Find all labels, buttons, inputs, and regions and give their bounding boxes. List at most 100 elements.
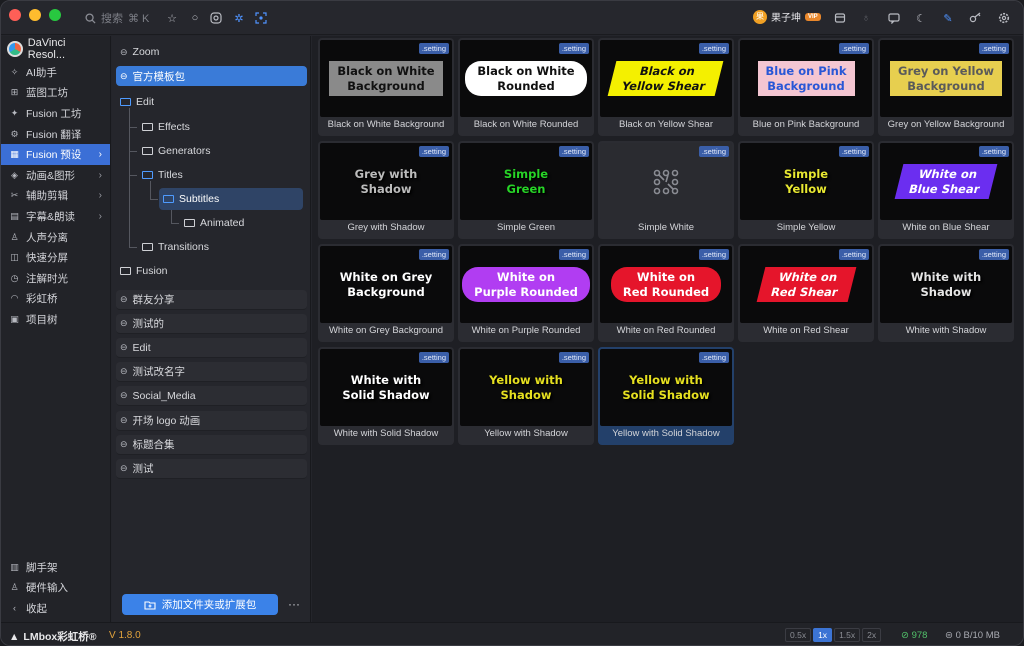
tree-package-item[interactable]: ⊖ 测试的 — [116, 314, 307, 335]
circle-icon[interactable]: ○ — [187, 10, 203, 26]
capture-icon[interactable] — [253, 10, 269, 26]
tree-folder-transitions[interactable]: Transitions — [138, 237, 307, 257]
tree-folder-fusion[interactable]: Fusion — [116, 261, 307, 281]
preset-card[interactable]: Grey on Yellow Background .setting Grey on… — [878, 38, 1014, 136]
preset-preview-text: Yellow with Shadow — [489, 373, 563, 402]
sidebar-item-label: 字幕&朗读 — [26, 210, 76, 223]
app-switcher[interactable]: DaVinci Resol... — [1, 36, 110, 62]
collapse-icon: ‹ — [13, 603, 16, 614]
clock-icon: ◷ — [10, 272, 19, 283]
preset-card[interactable]: Blue on Pink Background .setting Blue on P… — [738, 38, 874, 136]
sidebar-item-label: 彩虹桥 — [26, 293, 58, 306]
tree-folder-generators[interactable]: Generators — [138, 141, 307, 161]
preset-card[interactable]: Grey with Shadow .setting Grey with Shadow — [318, 141, 454, 239]
preset-card[interactable]: Simple Yellow .setting Simple Yellow — [738, 141, 874, 239]
tree-package-item[interactable]: ⊖ Social_Media — [116, 386, 307, 407]
vault-icon[interactable] — [208, 10, 224, 26]
maximize-window-button[interactable] — [49, 9, 61, 21]
zoom-option-button[interactable]: 1.5x — [834, 628, 861, 642]
preset-thumbnail: Grey on Yellow Background .setting — [880, 40, 1012, 117]
sidebar-item-hardware[interactable]: ♙ 硬件输入 — [1, 578, 111, 599]
zoom-option-button[interactable]: 2x — [862, 628, 882, 642]
close-window-button[interactable] — [9, 9, 21, 21]
tree-guide-line — [171, 223, 179, 224]
sidebar-item-collapse[interactable]: ‹ 收起 — [1, 598, 111, 619]
sidebar-item-voice[interactable]: ♙ 人声分离 — [1, 227, 110, 248]
tree-package-item[interactable]: ⊖ 开场 logo 动画 — [116, 410, 307, 431]
message-icon[interactable] — [886, 10, 902, 26]
tree-icon: ▣ — [10, 313, 19, 324]
preset-card[interactable]: .setting Simple White — [598, 141, 734, 239]
preset-card[interactable]: White on Red Rounded .setting White on Red… — [598, 244, 734, 342]
search-placeholder: 搜索 — [101, 13, 123, 25]
sidebar-item-rainbow[interactable]: ◠ 彩虹桥 — [1, 289, 110, 310]
tree-folder-subtitles[interactable]: Subtitles — [159, 188, 303, 210]
preset-card[interactable]: Black on Yellow Shear .setting Black on Ye… — [598, 38, 734, 136]
sidebar-item-motion[interactable]: ◈ 动画&图形 › — [1, 165, 110, 186]
sidebar-item-label: Fusion 工坊 — [26, 107, 82, 120]
preset-card[interactable]: Yellow with Shadow .setting Yellow with Sh… — [458, 347, 594, 445]
tree-item-official-templates[interactable]: ⊖ 官方模板包 — [116, 66, 307, 86]
tree-package-item[interactable]: ⊖ 标题合集 — [116, 434, 307, 455]
pin-icon[interactable]: ✎ — [940, 10, 956, 26]
preset-card[interactable]: Yellow with Solid Shadow .setting Yellow w… — [598, 347, 734, 445]
puzzle-icon[interactable]: ✲ — [231, 10, 247, 26]
preset-card[interactable]: Simple Green .setting Simple Green — [458, 141, 594, 239]
sidebar-item-grid[interactable]: ▦ Fusion 预设 › — [1, 144, 110, 165]
sidebar-item-subtitle[interactable]: ▤ 字幕&朗读 › — [1, 206, 110, 227]
avatar: 果 — [753, 9, 767, 24]
setting-badge: .setting — [418, 43, 449, 54]
user-menu[interactable]: 果 果子坤 VIP — [753, 9, 821, 24]
preset-card[interactable]: White on Grey Background .setting White on… — [318, 244, 454, 342]
tree-folder-effects[interactable]: Effects — [138, 117, 307, 137]
preset-card[interactable]: White with Shadow .setting White with Shad… — [878, 244, 1014, 342]
preset-thumbnail: Black on Yellow Shear .setting — [600, 40, 732, 117]
sidebar-item-sparkle[interactable]: ✧ AI助手 — [1, 62, 110, 83]
sidebar-item-translate[interactable]: ⚙ Fusion 翻译 — [1, 124, 110, 145]
tree-package-item[interactable]: ⊖ 测试改名字 — [116, 362, 307, 383]
tree-folder-animated[interactable]: Animated — [180, 213, 307, 233]
tree-package-item[interactable]: ⊖ Edit — [116, 338, 307, 359]
tree-folder-titles[interactable]: Titles — [138, 165, 307, 185]
preset-card[interactable]: White on Purple Rounded .setting White on … — [458, 244, 594, 342]
zoom-option-button[interactable]: 1x — [813, 628, 833, 642]
tree-item-label: 群友分享 — [132, 294, 175, 306]
preset-preview-text: Yellow with Solid Shadow — [622, 373, 710, 402]
minimize-window-button[interactable] — [29, 9, 41, 21]
preset-thumbnail: White with Shadow .setting — [880, 246, 1012, 323]
zoom-option-button[interactable]: 0.5x — [785, 628, 812, 642]
preset-card[interactable]: White on Blue Shear .setting White on Blue… — [878, 141, 1014, 239]
preset-caption: White on Red Rounded — [616, 325, 716, 336]
moon-icon[interactable]: ☾ — [913, 10, 929, 26]
preset-card[interactable]: White with Solid Shadow .setting White wit… — [318, 347, 454, 445]
tree-package-item[interactable]: ⊖ 群友分享 — [116, 290, 307, 310]
folder-icon — [120, 267, 131, 275]
preset-count: ⊘ 978 — [901, 630, 927, 641]
wrench-icon: ✦ — [10, 107, 19, 118]
sidebar-item-cut[interactable]: ✂ 辅助剪辑 › — [1, 186, 110, 207]
preset-card[interactable]: White on Red Shear .setting White on Red S… — [738, 244, 874, 342]
preset-card[interactable]: Black on White Rounded .setting Black on W… — [458, 38, 594, 136]
add-folder-or-package-button[interactable]: 添加文件夹或扩展包 — [122, 594, 278, 615]
preset-thumbnail: White on Purple Rounded .setting — [460, 246, 592, 323]
search-bar[interactable]: 搜索 ⌘ K — [85, 10, 149, 26]
preset-card[interactable]: Black on White Background .setting Black o… — [318, 38, 454, 136]
sidebar-item-split[interactable]: ◫ 快速分屏 — [1, 247, 110, 268]
store-icon[interactable] — [832, 10, 848, 26]
settings-icon[interactable] — [996, 10, 1012, 26]
sidebar-item-wrench[interactable]: ✦ Fusion 工坊 — [1, 103, 110, 124]
zoom-selector: 0.5x 1x 1.5x 2x — [785, 628, 882, 642]
key-icon[interactable] — [967, 10, 983, 26]
tree-folder-edit[interactable]: Edit — [116, 92, 307, 112]
lightbulb-icon[interactable]: ♁ — [858, 10, 874, 26]
tree-item-zoom[interactable]: ⊖ Zoom — [116, 42, 307, 62]
preset-preview-text: Grey with Shadow — [354, 167, 418, 196]
tree-package-item[interactable]: ⊖ 测试 — [116, 458, 307, 479]
preset-caption: Grey with Shadow — [347, 222, 425, 233]
sidebar-item-tree[interactable]: ▣ 项目树 — [1, 309, 110, 330]
sidebar-item-blueprint[interactable]: ⊞ 蓝图工坊 — [1, 83, 110, 104]
sidebar-item-clock[interactable]: ◷ 注解时光 — [1, 268, 110, 289]
sidebar-item-scaffold[interactable]: ▥ 脚手架 — [1, 557, 111, 578]
more-options-icon[interactable]: ··· — [288, 597, 300, 611]
star-icon[interactable]: ☆ — [164, 10, 180, 26]
